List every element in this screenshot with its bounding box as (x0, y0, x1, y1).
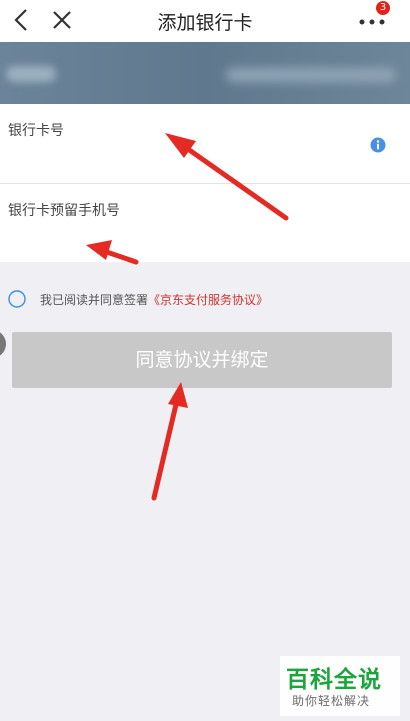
watermark: 百科全说 助你轻松解决 (280, 656, 400, 716)
card-form: 银行卡号 银行卡预留手机号 (0, 104, 410, 262)
reserved-phone-label: 银行卡预留手机号 (8, 203, 120, 219)
info-icon[interactable] (370, 137, 386, 153)
floating-edge-handle[interactable] (0, 330, 6, 358)
notification-badge: 3 (376, 1, 390, 15)
watermark-title: 百科全说 (286, 667, 382, 693)
agree-and-bind-button[interactable]: 同意协议并绑定 (12, 332, 392, 388)
page-title: 添加银行卡 (157, 12, 253, 34)
user-info-banner (0, 42, 410, 104)
agreement-prefix: 我已阅读并同意签署 (40, 293, 149, 307)
card-number-label: 银行卡号 (8, 123, 64, 139)
red-arrow-icon (151, 382, 188, 501)
navigation-bar: 添加银行卡 3 (0, 0, 410, 42)
form-divider (0, 183, 410, 184)
blurred-name (6, 66, 56, 82)
agreement-text: 我已阅读并同意签署《京东支付服务协议》 (40, 291, 268, 308)
agreement-link[interactable]: 《京东支付服务协议》 (148, 293, 268, 307)
blurred-account-info (226, 68, 396, 82)
watermark-subtitle: 助你轻松解决 (292, 694, 371, 708)
radio-circle-icon[interactable] (8, 290, 26, 308)
